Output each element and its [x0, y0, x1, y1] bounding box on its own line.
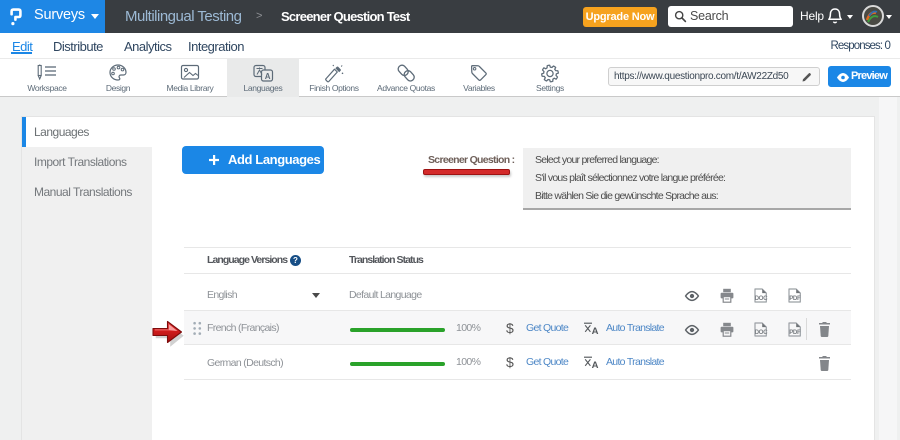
svg-text:A: A — [592, 326, 599, 335]
svg-text:DOC: DOC — [755, 329, 768, 336]
svg-text:PDF: PDF — [789, 295, 801, 302]
svg-text:A: A — [265, 72, 271, 81]
svg-text:A: A — [592, 360, 599, 369]
svg-text:PDF: PDF — [789, 329, 801, 336]
svg-text:DOC: DOC — [755, 295, 768, 302]
